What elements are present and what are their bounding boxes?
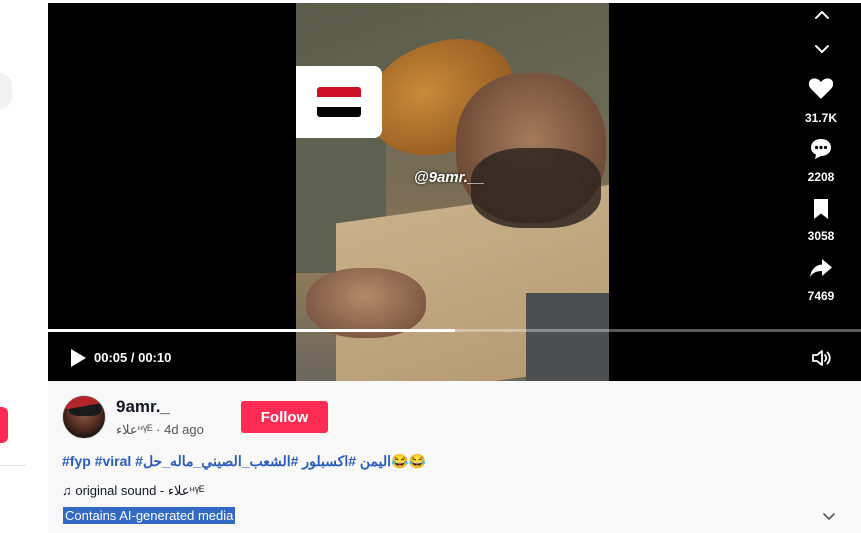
comment-count: 2208 <box>807 170 835 184</box>
bookmark-icon[interactable] <box>806 197 836 221</box>
tiktok-video-page: @9amr.__ 00:05 / 00:10 31.7K 2208 3058 7… <box>0 0 861 533</box>
author-subline: علاء𐞖ᵞᴱ · 4d ago <box>116 422 204 437</box>
left-sidebar <box>0 0 48 533</box>
volume-icon[interactable] <box>811 348 833 368</box>
sound-link[interactable]: ♫ original sound - علاء𐞖ᵞᴱ <box>62 481 204 499</box>
play-icon[interactable] <box>68 348 88 368</box>
share-count: 7469 <box>807 289 835 303</box>
caption-hashtags[interactable]: #fyp #viral #اليمن #اكسبلور #الشعب_الصين… <box>62 453 391 469</box>
like-heart-icon[interactable] <box>806 76 836 100</box>
progress-fill <box>48 329 455 332</box>
video-watermark: @9amr.__ <box>414 169 485 186</box>
progress-bar[interactable] <box>48 329 861 332</box>
comment-icon[interactable] <box>806 137 836 161</box>
save-count: 3058 <box>807 229 835 243</box>
video-info-panel: 9amr._ علاء𐞖ᵞᴱ · 4d ago Follow #fyp #vir… <box>48 381 861 533</box>
sidebar-search-pill[interactable] <box>0 73 12 109</box>
video-player[interactable]: @9amr.__ 00:05 / 00:10 31.7K 2208 3058 7… <box>48 3 861 381</box>
video-frame <box>296 3 609 381</box>
share-arrow-icon[interactable] <box>806 256 836 280</box>
time-display: 00:05 / 00:10 <box>94 350 172 365</box>
author-username[interactable]: 9amr._ <box>116 397 170 417</box>
like-count: 31.7K <box>804 111 838 125</box>
ai-generated-label: Contains AI-generated media <box>63 507 236 524</box>
expand-chevron-icon[interactable] <box>822 511 836 521</box>
chevron-down-icon[interactable] <box>812 41 832 57</box>
yemen-flag-icon <box>317 87 361 117</box>
sidebar-divider <box>0 465 26 466</box>
flag-sticker <box>296 66 382 138</box>
chevron-up-icon[interactable] <box>812 7 832 23</box>
caption-emoji: 😂😂 <box>391 453 426 469</box>
author-avatar[interactable] <box>62 395 106 439</box>
video-caption: #fyp #viral #اليمن #اكسبلور #الشعب_الصين… <box>62 453 426 470</box>
sidebar-upload-button[interactable] <box>0 407 8 443</box>
follow-button[interactable]: Follow <box>241 401 328 433</box>
